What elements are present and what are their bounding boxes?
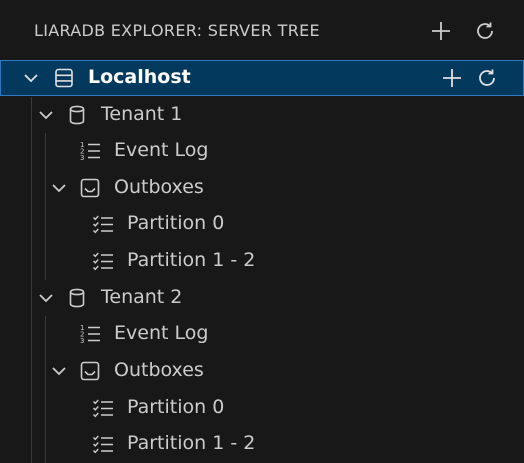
server-icon [53,67,75,89]
chevron-down-icon[interactable] [22,69,40,87]
refresh-icon [474,20,496,42]
tree-item-label: Partition 1 - 2 [127,432,256,454]
tree-item-label: Tenant 1 [101,103,183,125]
tree-item-event-log[interactable]: 123 Event Log [0,133,524,169]
refresh-tree-button[interactable] [472,18,498,44]
inbox-icon [79,360,101,382]
database-icon [66,104,88,126]
plus-icon [430,20,452,42]
tree-item-event-log[interactable]: 123 Event Log [0,316,524,352]
checklist-icon [92,397,114,419]
ordered-list-icon: 123 [79,323,101,345]
inbox-icon [79,177,101,199]
refresh-server-button[interactable] [474,65,500,91]
checklist-icon [92,433,114,455]
tree-item-outboxes[interactable]: Outboxes [0,170,524,206]
tree-item-partition[interactable]: Partition 0 [0,390,524,426]
svg-text:3: 3 [80,337,84,345]
tree-item-label: Event Log [114,139,209,161]
tree-item-outboxes[interactable]: Outboxes [0,353,524,389]
database-icon [66,287,88,309]
checklist-icon [92,213,114,235]
tree-item-label: Tenant 2 [101,286,183,308]
chevron-down-icon[interactable] [37,106,55,124]
tree-item-partition[interactable]: Partition 1 - 2 [0,243,524,279]
svg-text:3: 3 [80,154,84,162]
plus-icon [441,67,463,89]
tree-item-tenant[interactable]: Tenant 1 [0,97,524,133]
checklist-icon [92,250,114,272]
add-tenant-button[interactable] [439,65,465,91]
tree-item-partition[interactable]: Partition 1 - 2 [0,426,524,462]
panel-header: LIARADB EXPLORER: SERVER TREE [0,0,524,62]
tree-item-label: Partition 1 - 2 [127,249,256,271]
ordered-list-icon: 123 [79,140,101,162]
refresh-icon [476,67,498,89]
add-server-button[interactable] [428,18,454,44]
chevron-down-icon[interactable] [50,362,68,380]
tree-item-label: Partition 0 [127,212,225,234]
tree-item-label: Localhost [88,66,191,88]
tree-item-label: Outboxes [114,176,204,198]
tree-item-label: Event Log [114,322,209,344]
panel-title: LIARADB EXPLORER: SERVER TREE [34,21,320,40]
chevron-down-icon[interactable] [50,179,68,197]
tree-item-label: Outboxes [114,359,204,381]
chevron-down-icon[interactable] [37,289,55,307]
server-tree-panel: LIARADB EXPLORER: SERVER TREE Localhost [0,0,524,463]
tree-item-localhost[interactable]: Localhost [0,60,524,96]
tree-item-label: Partition 0 [127,396,225,418]
tree-item-partition[interactable]: Partition 0 [0,206,524,242]
tree-item-tenant[interactable]: Tenant 2 [0,280,524,316]
